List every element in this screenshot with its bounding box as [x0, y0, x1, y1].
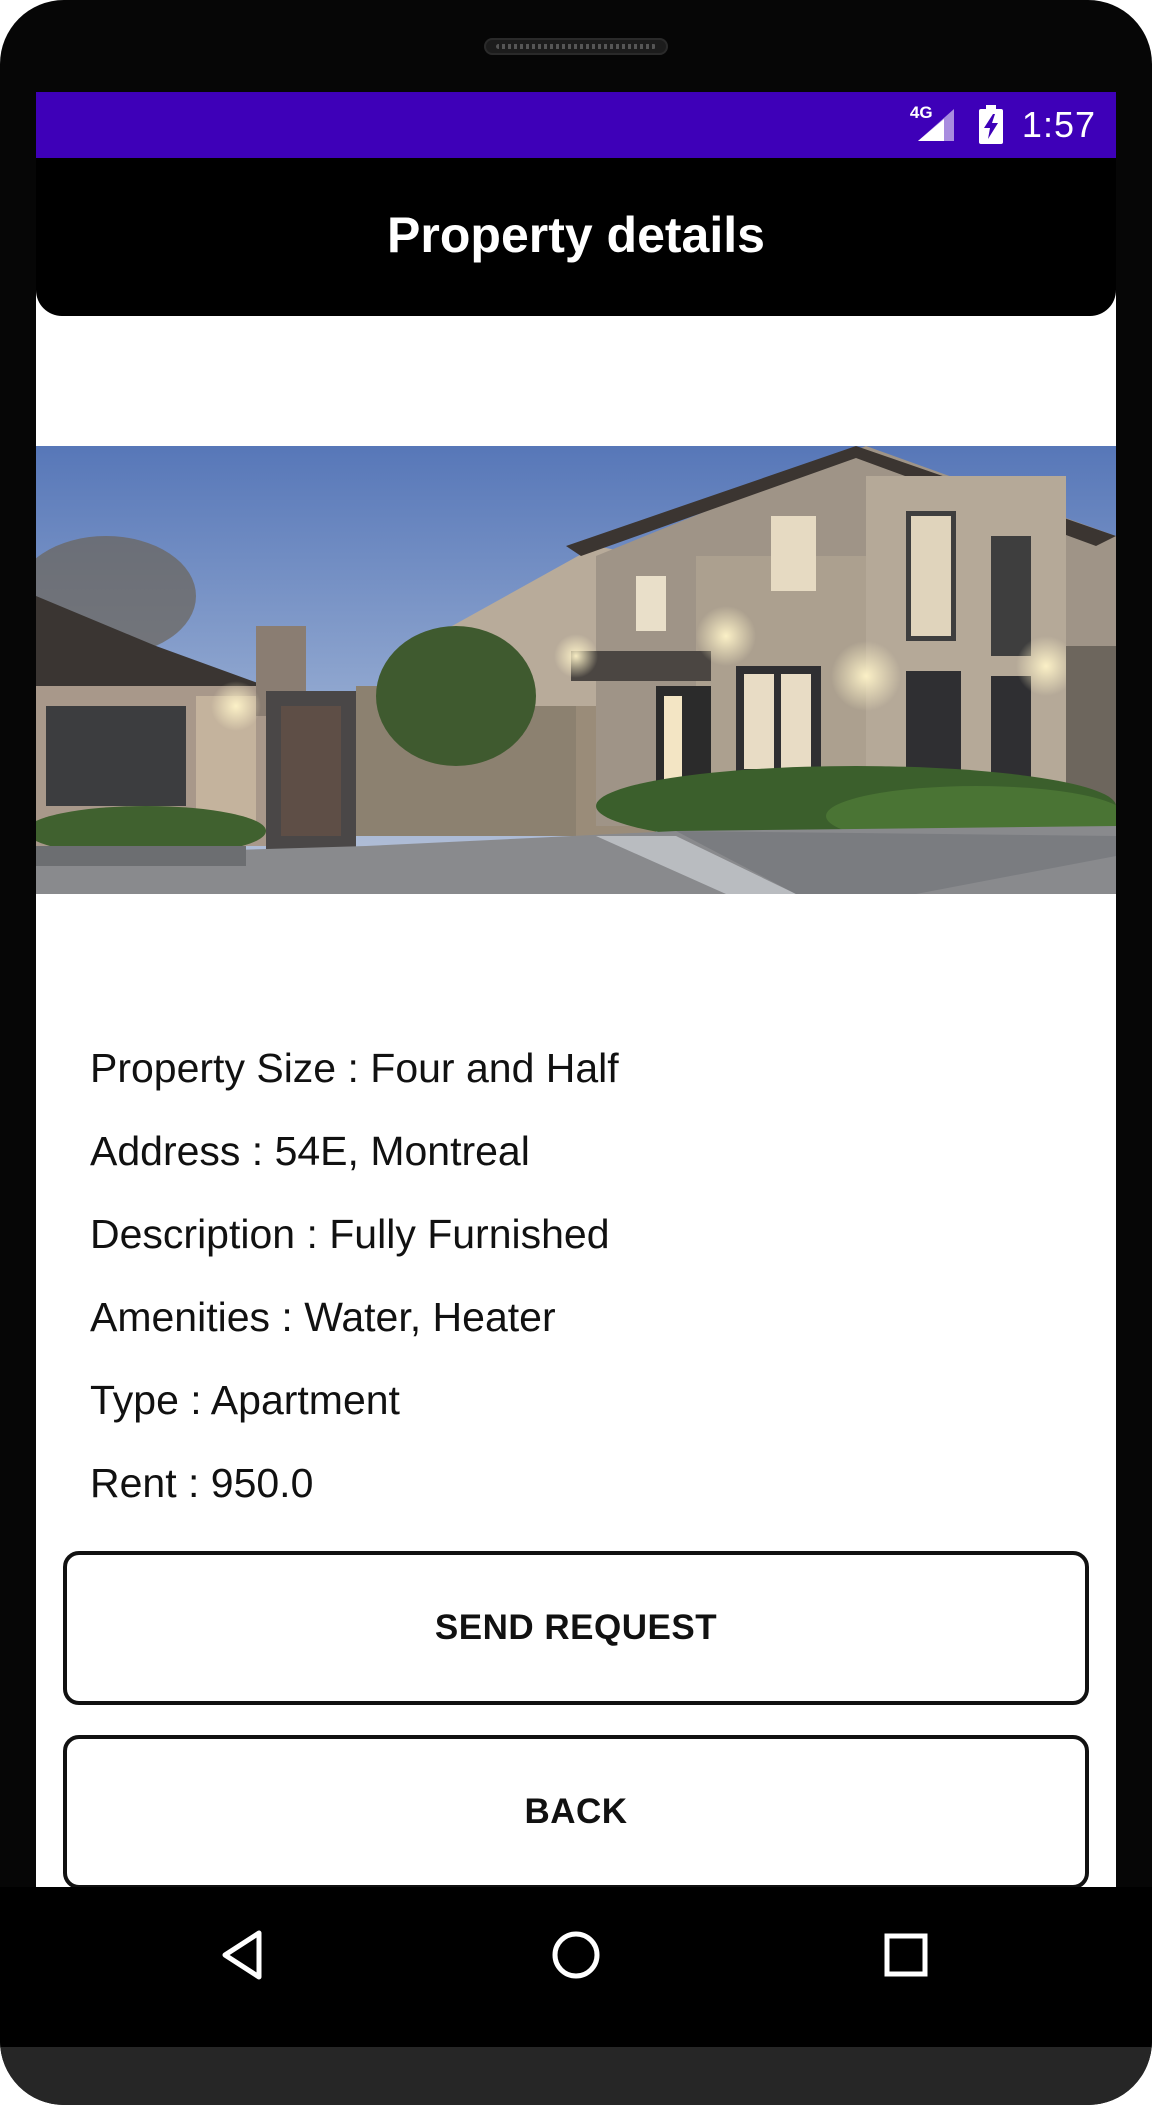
signal-icon: 4G	[909, 103, 960, 145]
status-clock: 1:57	[1021, 104, 1096, 145]
back-button[interactable]: BACK	[63, 1735, 1089, 1887]
network-type-label: 4G	[909, 103, 933, 122]
circle-home-icon[interactable]	[546, 1925, 606, 1985]
description-text: Description : Fully Furnished	[90, 1211, 610, 1257]
triangle-back-icon[interactable]	[215, 1925, 275, 1985]
square-recents-icon[interactable]	[876, 1925, 936, 1985]
bottom-bezel	[0, 2047, 1152, 2105]
battery-charging-icon	[978, 105, 1004, 145]
earpiece-speaker	[484, 38, 668, 55]
status-icons: 4G 1:57	[910, 102, 1096, 148]
send-request-button[interactable]: SEND REQUEST	[63, 1551, 1089, 1705]
property-photo	[36, 446, 1116, 894]
address-text: Address : 54E, Montreal	[90, 1128, 530, 1174]
page-title: Property details	[387, 206, 765, 263]
amenities-text: Amenities : Water, Heater	[90, 1294, 556, 1340]
device-frame: 4G 1:57 Property details Property Size:…	[0, 0, 1152, 2105]
app-bar: Property details	[36, 158, 1116, 316]
system-nav-bar	[0, 1887, 1152, 2047]
property-details: Property Size : Four and Half Address : …	[90, 1027, 1070, 1525]
rent-text: Rent : 950.0	[90, 1460, 314, 1506]
type-text: Type : Apartment	[90, 1377, 400, 1423]
status-bar: 4G 1:57	[36, 92, 1116, 158]
property-size-text: Property Size : Four and Half	[90, 1045, 619, 1091]
screen: 4G 1:57 Property details Property Size:…	[36, 92, 1116, 1887]
